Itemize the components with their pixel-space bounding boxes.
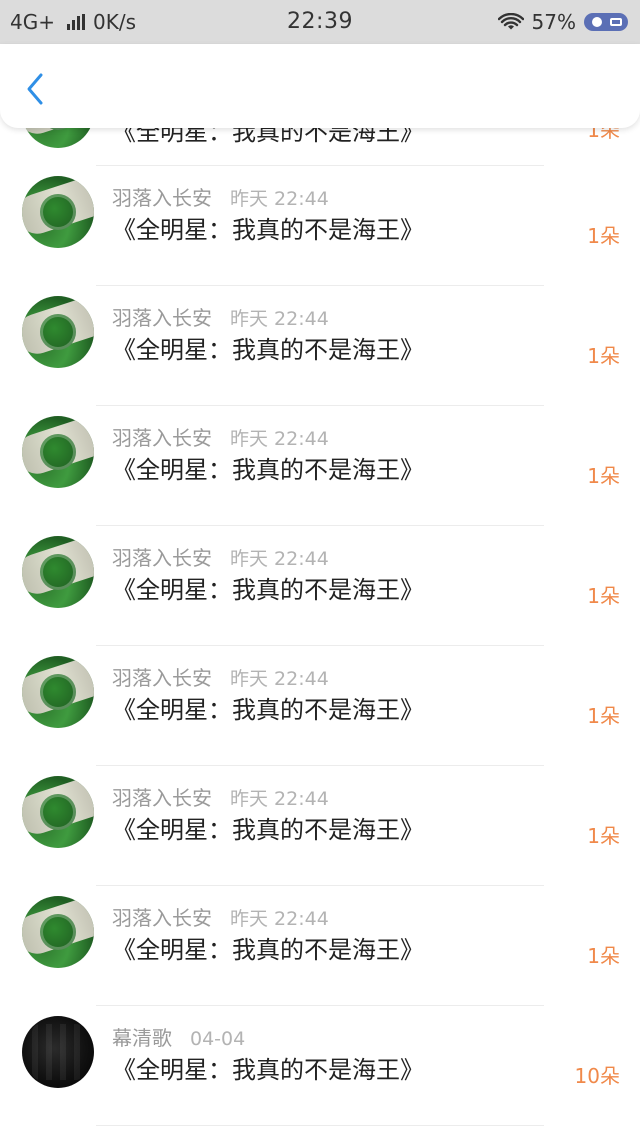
list-item[interactable]: 羽落入长安 昨天 22:44 《全明星：我真的不是海王》 1朵 (0, 766, 640, 886)
item-meta: 羽落入长安 昨天 22:44 (112, 662, 329, 690)
list-item[interactable]: 羽落入长安 昨天 22:44 《全明星：我真的不是海王》 1朵 (0, 406, 640, 526)
timestamp: 04-04 (190, 1028, 246, 1050)
timestamp: 昨天 22:44 (230, 428, 329, 450)
item-meta: 羽落入长安 昨天 22:44 (112, 542, 329, 570)
avatar (22, 296, 94, 368)
list-item[interactable]: 羽落入长安 昨天 22:44 《全明星：我真的不是海王》 1朵 (0, 886, 640, 1006)
list-item[interactable]: 幕清歌 04-04 《全明星：我真的不是海王》 10朵 (0, 1006, 640, 1126)
username: 羽落入长安 (112, 786, 212, 810)
book-title: 《全明星：我真的不是海王》 (112, 576, 424, 604)
book-title: 《全明星：我真的不是海王》 (112, 1056, 424, 1084)
gift-amount: 1朵 (587, 584, 620, 608)
username: 羽落入长安 (112, 186, 212, 210)
back-button[interactable] (20, 70, 50, 108)
item-meta: 羽落入长安 昨天 22:44 (112, 422, 329, 450)
gift-amount: 1朵 (587, 464, 620, 488)
list-item[interactable]: 羽落入长安 昨天 22:44 《全明星：我真的不是海王》 1朵 (0, 526, 640, 646)
top-navigation (0, 44, 640, 128)
item-meta: 幕清歌 04-04 (112, 1022, 246, 1050)
gift-list: 《全明星：我真的不是海王》 1朵 羽落入长安 昨天 22:44 《全明星：我真的… (0, 0, 640, 1138)
item-meta: 羽落入长安 昨天 22:44 (112, 902, 329, 930)
gift-amount: 1朵 (587, 224, 620, 248)
gift-amount: 1朵 (587, 824, 620, 848)
avatar (22, 416, 94, 488)
username: 羽落入长安 (112, 306, 212, 330)
username: 羽落入长安 (112, 906, 212, 930)
timestamp: 昨天 22:44 (230, 788, 329, 810)
username: 羽落入长安 (112, 546, 212, 570)
list-item[interactable]: 羽落入长安 昨天 22:44 《全明星：我真的不是海王》 1朵 (0, 646, 640, 766)
book-title: 《全明星：我真的不是海王》 (112, 456, 424, 484)
gift-amount: 1朵 (587, 344, 620, 368)
item-meta: 羽落入长安 昨天 22:44 (112, 782, 329, 810)
gift-amount: 1朵 (587, 944, 620, 968)
avatar (22, 776, 94, 848)
gift-amount: 1朵 (587, 704, 620, 728)
timestamp: 昨天 22:44 (230, 188, 329, 210)
book-title: 《全明星：我真的不是海王》 (112, 336, 424, 364)
item-meta: 羽落入长安 昨天 22:44 (112, 302, 329, 330)
avatar (22, 176, 94, 248)
username: 羽落入长安 (112, 666, 212, 690)
book-title: 《全明星：我真的不是海王》 (112, 216, 424, 244)
list-item[interactable]: 羽落入长安 昨天 22:44 《全明星：我真的不是海王》 1朵 (0, 286, 640, 406)
divider (96, 1125, 544, 1126)
timestamp: 昨天 22:44 (230, 908, 329, 930)
gift-amount: 10朵 (574, 1064, 620, 1088)
timestamp: 昨天 22:44 (230, 668, 329, 690)
username: 幕清歌 (112, 1026, 172, 1050)
username: 羽落入长安 (112, 426, 212, 450)
avatar (22, 896, 94, 968)
chevron-left-icon (27, 73, 43, 105)
book-title: 《全明星：我真的不是海王》 (112, 816, 424, 844)
book-title: 《全明星：我真的不是海王》 (112, 696, 424, 724)
avatar (22, 1016, 94, 1088)
timestamp: 昨天 22:44 (230, 308, 329, 330)
list-item[interactable]: 羽落入长安 昨天 22:44 《全明星：我真的不是海王》 1朵 (0, 166, 640, 286)
avatar (22, 536, 94, 608)
timestamp: 昨天 22:44 (230, 548, 329, 570)
item-meta: 羽落入长安 昨天 22:44 (112, 182, 329, 210)
avatar (22, 656, 94, 728)
book-title: 《全明星：我真的不是海王》 (112, 936, 424, 964)
